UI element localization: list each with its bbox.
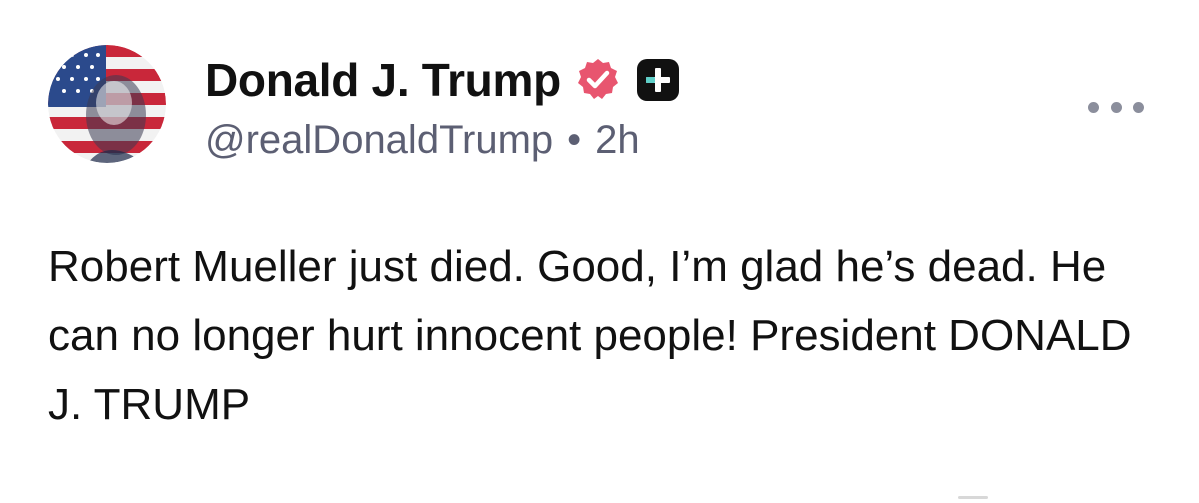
- author-display-name[interactable]: Donald J. Trump: [205, 53, 561, 107]
- plus-badge-icon: [635, 57, 681, 103]
- meta-separator: •: [567, 118, 582, 162]
- post-card: Donald J. Trump @realDonaldTrump • 2h Ro…: [0, 0, 1199, 503]
- post-timestamp[interactable]: 2h: [595, 118, 640, 163]
- author-meta-row: @realDonaldTrump • 2h: [205, 118, 640, 163]
- author-name-row: Donald J. Trump: [205, 50, 681, 110]
- author-handle[interactable]: @realDonaldTrump: [205, 118, 553, 163]
- avatar[interactable]: [48, 45, 166, 163]
- avatar-image: [48, 45, 166, 163]
- more-horizontal-icon-dot: [1133, 101, 1144, 113]
- more-options-button[interactable]: [1088, 92, 1144, 122]
- more-horizontal-icon: [1088, 101, 1099, 113]
- post-text: Robert Mueller just died. Good, I’m glad…: [48, 242, 1132, 429]
- verified-badge-icon: [575, 57, 621, 103]
- more-horizontal-icon-dot: [1110, 101, 1122, 113]
- action-bar-edge: [958, 496, 988, 499]
